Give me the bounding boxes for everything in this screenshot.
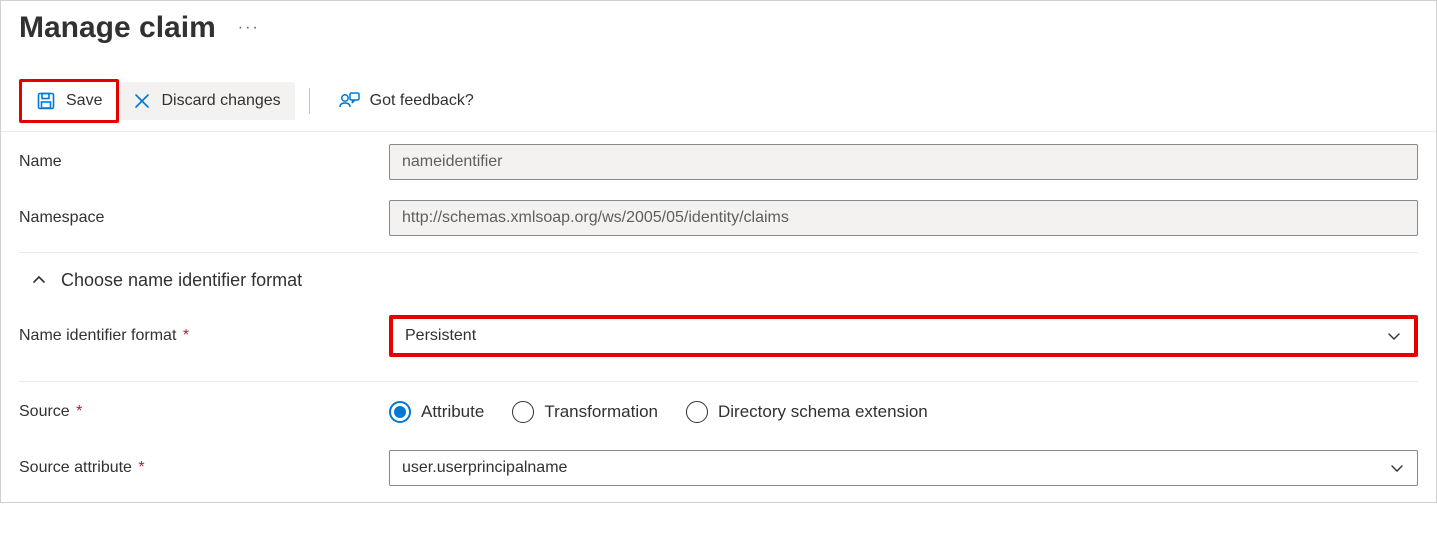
name-input[interactable] xyxy=(389,144,1418,180)
source-attribute-label: Source attribute * xyxy=(19,459,389,477)
save-icon xyxy=(36,91,56,111)
discard-button[interactable]: Discard changes xyxy=(119,82,294,120)
name-id-format-highlight: Persistent xyxy=(389,315,1418,357)
save-button-label: Save xyxy=(66,92,102,110)
name-id-format-collapser[interactable]: Choose name identifier format xyxy=(19,253,1418,307)
chevron-down-icon xyxy=(1389,460,1405,476)
name-id-format-dropdown[interactable]: Persistent xyxy=(393,319,1414,353)
required-star: * xyxy=(76,403,82,420)
source-radio-directory-label: Directory schema extension xyxy=(718,402,928,422)
name-id-format-label-text: Name identifier format xyxy=(19,327,176,344)
name-label: Name xyxy=(19,153,389,171)
radio-icon xyxy=(686,401,708,423)
radio-icon xyxy=(512,401,534,423)
namespace-label: Namespace xyxy=(19,209,389,227)
row-namespace: Namespace xyxy=(19,192,1418,253)
more-actions-button[interactable]: ··· xyxy=(238,19,260,37)
source-attribute-value: user.userprincipalname xyxy=(402,459,567,477)
close-icon xyxy=(133,92,151,110)
row-source-attribute: Source attribute * user.userprincipalnam… xyxy=(19,442,1418,502)
feedback-button[interactable]: Got feedback? xyxy=(324,82,488,120)
feedback-button-label: Got feedback? xyxy=(370,92,474,110)
source-radio-directory[interactable]: Directory schema extension xyxy=(686,401,928,423)
row-name: Name xyxy=(19,132,1418,192)
discard-button-label: Discard changes xyxy=(161,92,280,110)
source-radio-attribute-label: Attribute xyxy=(421,402,484,422)
name-id-format-label: Name identifier format * xyxy=(19,327,389,345)
manage-claim-panel: Manage claim ··· Save xyxy=(0,0,1437,503)
save-button[interactable]: Save xyxy=(22,82,116,120)
toolbar-divider xyxy=(309,88,310,114)
source-radio-attribute[interactable]: Attribute xyxy=(389,401,484,423)
chevron-up-icon xyxy=(31,272,47,288)
name-id-format-value: Persistent xyxy=(405,327,476,345)
source-radio-transformation[interactable]: Transformation xyxy=(512,401,658,423)
source-radio-transformation-label: Transformation xyxy=(544,402,658,422)
source-attribute-dropdown[interactable]: user.userprincipalname xyxy=(389,450,1418,486)
chevron-down-icon xyxy=(1386,328,1402,344)
collapser-label: Choose name identifier format xyxy=(61,270,302,291)
required-star: * xyxy=(183,327,189,344)
form: Name Namespace Choose name identifier fo… xyxy=(1,132,1436,502)
toolbar: Save Discard changes Got feedback? xyxy=(1,71,1436,132)
header: Manage claim ··· xyxy=(1,1,1436,71)
required-star: * xyxy=(138,459,144,476)
namespace-input[interactable] xyxy=(389,200,1418,236)
page-title: Manage claim xyxy=(19,11,216,45)
radio-icon xyxy=(389,401,411,423)
save-button-highlight: Save xyxy=(19,79,119,123)
source-label: Source * xyxy=(19,403,389,421)
source-label-text: Source xyxy=(19,403,70,420)
source-attribute-label-text: Source attribute xyxy=(19,459,132,476)
row-name-id-format: Name identifier format * Persistent xyxy=(19,307,1418,382)
source-radio-group: Attribute Transformation Directory schem… xyxy=(389,401,928,423)
feedback-icon xyxy=(338,91,360,111)
row-source: Source * Attribute Transformation Direc xyxy=(19,382,1418,442)
